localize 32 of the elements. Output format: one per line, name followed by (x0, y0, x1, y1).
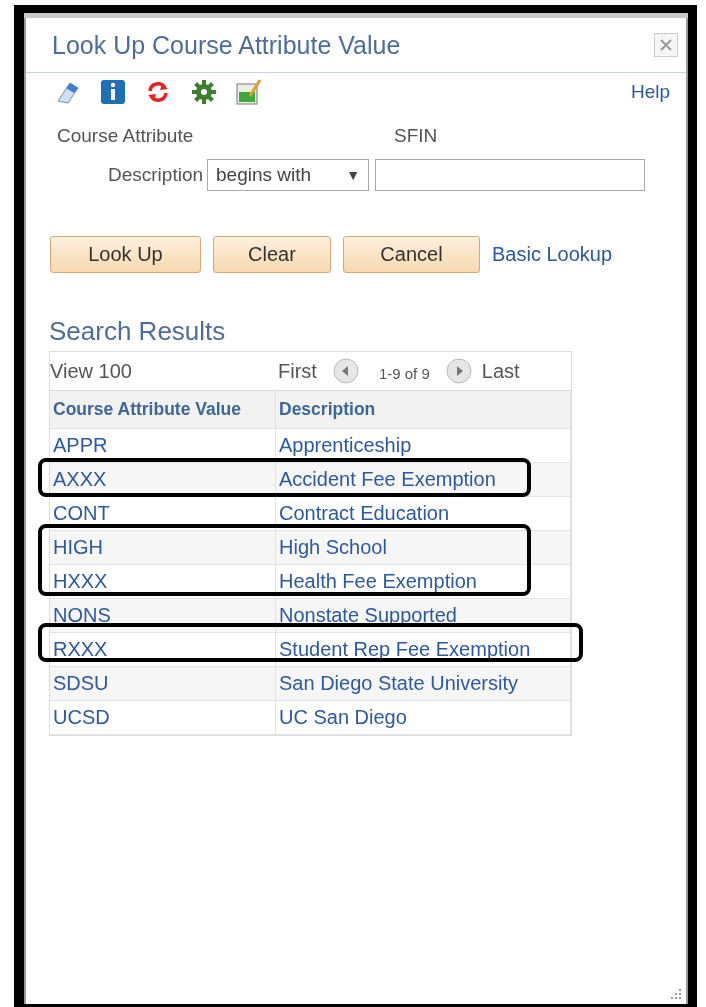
gear-icon[interactable] (190, 78, 218, 106)
table-cell[interactable]: SDSU (50, 667, 276, 701)
table-cell[interactable]: San Diego State University (276, 667, 571, 701)
table-cell[interactable]: UCSD (50, 701, 276, 735)
table-cell[interactable]: UC San Diego (276, 701, 571, 735)
previous-icon[interactable] (332, 358, 359, 384)
close-icon (660, 39, 672, 51)
operator-dropdown[interactable]: begins with ▼ (207, 159, 370, 191)
column-header: Course Attribute Value (50, 391, 276, 429)
section-heading: Search Results (49, 316, 227, 347)
next-icon[interactable] (445, 358, 472, 384)
field-value: SFIN (394, 125, 438, 147)
help-link[interactable]: Help (630, 81, 670, 103)
field-label: Description (108, 164, 204, 186)
action-button[interactable]: Clear (213, 236, 331, 273)
view-all-link[interactable]: View 100 (50, 359, 278, 383)
info-icon[interactable] (100, 79, 126, 105)
action-button[interactable]: Cancel (343, 236, 480, 273)
page-range: 1-9 of 9 (378, 364, 430, 382)
table-cell[interactable]: High School (276, 531, 571, 565)
basic-lookup-link[interactable]: Basic Lookup (492, 243, 613, 266)
first-link[interactable]: First (278, 359, 317, 383)
chart-icon[interactable] (236, 78, 262, 106)
action-button[interactable]: Look Up (50, 236, 201, 273)
field-label: Course Attribute (57, 125, 195, 147)
resize-grip-icon[interactable] (670, 988, 682, 1000)
dialog-title: Look Up Course Attribute Value (52, 30, 401, 60)
column-header: Description (276, 391, 571, 429)
last-link[interactable]: Last (481, 359, 520, 383)
description-input[interactable] (375, 159, 646, 191)
table-cell[interactable]: HIGH (50, 531, 276, 565)
close-button[interactable] (654, 33, 678, 57)
